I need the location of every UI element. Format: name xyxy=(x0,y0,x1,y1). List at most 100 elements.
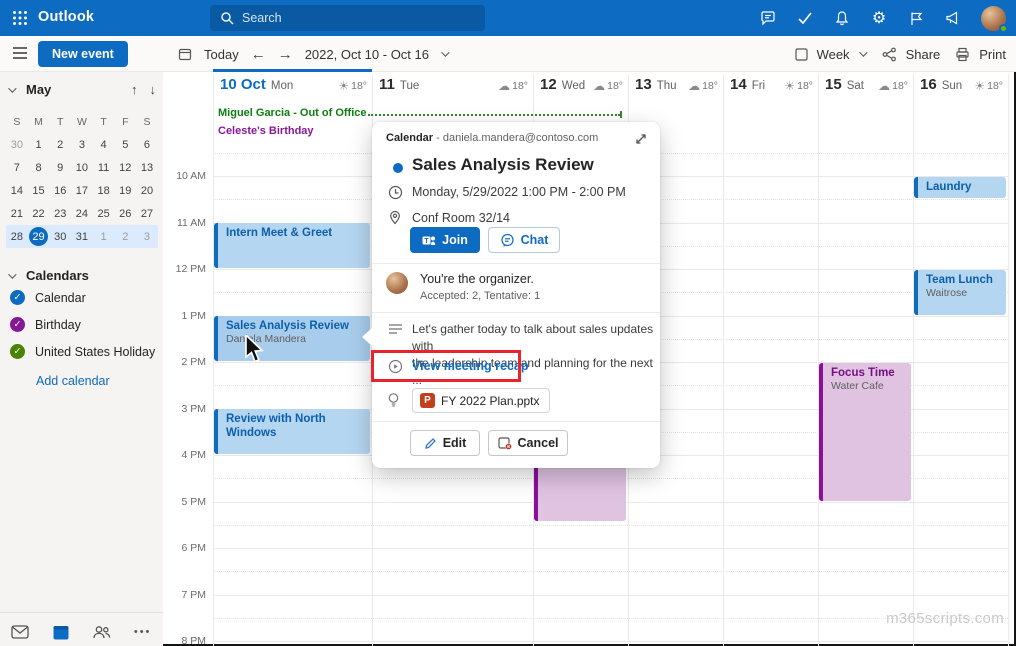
search-box[interactable] xyxy=(210,5,485,31)
date-range-chevron-icon[interactable] xyxy=(441,48,449,56)
out-of-office-span-end xyxy=(620,111,622,118)
edit-button[interactable]: Edit xyxy=(410,430,480,456)
mini-calendar-day[interactable]: 5 xyxy=(114,139,136,151)
calendar-list-item-calendar[interactable]: ✓Calendar xyxy=(10,284,160,311)
mini-calendar-day[interactable]: 19 xyxy=(114,185,136,197)
mini-calendar-day[interactable]: 23 xyxy=(49,208,71,220)
mini-calendar-selected-day[interactable]: 29 xyxy=(29,227,48,246)
date-range-label[interactable]: 2022, Oct 10 - Oct 16 xyxy=(305,47,429,62)
time-gutter-label: 12 PM xyxy=(164,263,206,275)
mini-calendar-day[interactable]: 24 xyxy=(71,208,93,220)
day-header-thu[interactable]: 13Thu☁18° xyxy=(628,76,723,102)
mini-calendar-day[interactable]: 1 xyxy=(93,231,115,243)
calendar-event-focus-time[interactable]: Focus TimeWater Cafe xyxy=(819,363,911,501)
day-header-sun[interactable]: 16Sun☀18° xyxy=(913,76,1008,102)
mini-calendar-day[interactable]: 29 xyxy=(28,227,50,246)
mini-calendar-day[interactable]: 11 xyxy=(93,162,115,174)
calendar-list-item-united-states-holiday[interactable]: ✓United States Holiday xyxy=(10,338,160,365)
mini-calendar-day[interactable]: 4 xyxy=(93,139,115,151)
calendar-checkbox[interactable]: ✓ xyxy=(10,344,25,359)
mini-calendar-day[interactable]: 12 xyxy=(114,162,136,174)
new-event-button[interactable]: New event xyxy=(38,41,128,67)
weather-cloud-icon: ☁18° xyxy=(593,79,623,93)
day-header-fri[interactable]: 14Fri☀18° xyxy=(723,76,818,102)
megaphone-icon[interactable] xyxy=(944,9,962,27)
view-chevron-icon[interactable] xyxy=(859,48,867,56)
mini-calendar-day[interactable]: 18 xyxy=(93,185,115,197)
search-input[interactable] xyxy=(242,11,462,25)
hamburger-menu-icon[interactable] xyxy=(12,46,28,60)
mini-calendar-day[interactable]: 14 xyxy=(6,185,28,197)
mini-calendar-day[interactable]: 10 xyxy=(71,162,93,174)
mini-calendar-day[interactable]: 25 xyxy=(93,208,115,220)
mail-module-icon[interactable] xyxy=(9,622,31,642)
mini-calendar-day[interactable]: 3 xyxy=(136,231,158,243)
mini-calendar-day[interactable]: 2 xyxy=(114,231,136,243)
mini-calendar-day[interactable]: 17 xyxy=(71,185,93,197)
app-launcher-waffle-icon[interactable] xyxy=(10,8,30,28)
mini-calendar-day[interactable]: 28 xyxy=(6,231,28,243)
mini-calendar-day[interactable]: 7 xyxy=(6,162,28,174)
people-module-icon[interactable] xyxy=(91,622,113,642)
mini-calendar-day[interactable]: 2 xyxy=(49,139,71,151)
view-selector[interactable]: Week xyxy=(817,47,850,62)
expand-popup-icon[interactable] xyxy=(634,132,648,146)
calendar-event-sales-analysis-review[interactable]: Sales Analysis ReviewDaniela Mandera xyxy=(214,316,370,361)
todo-check-icon[interactable] xyxy=(796,9,814,27)
month-collapse-chevron-icon[interactable] xyxy=(8,84,16,92)
calendar-event-review-with-north-windows[interactable]: Review with North Windows xyxy=(214,409,370,454)
mini-calendar-day[interactable]: 15 xyxy=(28,185,50,197)
mini-calendar-day[interactable]: 1 xyxy=(28,139,50,151)
mini-calendar-prev-icon[interactable]: ↑ xyxy=(131,82,138,97)
mini-calendar-day[interactable]: 31 xyxy=(71,231,93,243)
mini-calendar-day[interactable]: 20 xyxy=(136,185,158,197)
mini-calendar-day[interactable]: 21 xyxy=(6,208,28,220)
mini-calendar-day[interactable]: 26 xyxy=(114,208,136,220)
user-avatar[interactable] xyxy=(981,6,1006,31)
mini-calendar-day[interactable]: 27 xyxy=(136,208,158,220)
flag-icon[interactable] xyxy=(907,9,925,27)
calendar-event-laundry[interactable]: Laundry xyxy=(914,177,1006,199)
calendar-module-icon-active[interactable] xyxy=(50,622,72,642)
day-header-sat[interactable]: 15Sat☁18° xyxy=(818,76,913,102)
mini-calendar-day[interactable]: 22 xyxy=(28,208,50,220)
mini-calendar-day[interactable]: 8 xyxy=(28,162,50,174)
feedback-icon[interactable] xyxy=(759,9,777,27)
calendar-list-item-birthday[interactable]: ✓Birthday xyxy=(10,311,160,338)
today-button[interactable]: Today xyxy=(204,47,239,62)
day-header-tue[interactable]: 11Tue☁18° xyxy=(372,76,533,102)
print-button[interactable]: Print xyxy=(979,47,1006,62)
calendar-checkbox[interactable]: ✓ xyxy=(10,317,25,332)
calendar-checkbox[interactable]: ✓ xyxy=(10,290,25,305)
calendar-event-team-lunch[interactable]: Team LunchWaitrose xyxy=(914,270,1006,315)
next-week-arrow[interactable]: → xyxy=(278,46,293,63)
mini-calendar-month[interactable]: May xyxy=(26,82,51,97)
attachment-chip[interactable]: P FY 2022 Plan.pptx xyxy=(412,388,550,413)
bell-icon[interactable] xyxy=(833,9,851,27)
allday-event-out-of-office[interactable]: Miguel Garcia - Out of Office xyxy=(218,107,367,119)
cancel-button[interactable]: Cancel xyxy=(488,430,568,456)
day-header-mon[interactable]: 10 OctMon☀18° xyxy=(213,76,372,102)
mini-calendar-day[interactable]: 6 xyxy=(136,139,158,151)
top-bar: Outlook ⚙ xyxy=(0,0,1016,36)
more-modules-icon[interactable]: ••• xyxy=(132,622,154,642)
prev-week-arrow[interactable]: ← xyxy=(251,46,266,63)
mini-calendar-dow: S xyxy=(6,116,28,128)
mini-calendar-next-icon[interactable]: ↓ xyxy=(150,82,157,97)
add-calendar-link[interactable]: Add calendar xyxy=(36,374,110,388)
mini-calendar-day[interactable]: 30 xyxy=(6,139,28,151)
gear-icon[interactable]: ⚙ xyxy=(870,9,888,27)
day-header-wed[interactable]: 12Wed☁18° xyxy=(533,76,628,102)
mini-calendar-day[interactable]: 30 xyxy=(49,231,71,243)
weather-cloud-icon: ☁18° xyxy=(878,79,908,93)
mini-calendar-day[interactable]: 16 xyxy=(49,185,71,197)
join-button[interactable]: T Join xyxy=(410,227,480,253)
mini-calendar-day[interactable]: 3 xyxy=(71,139,93,151)
chat-button[interactable]: Chat xyxy=(488,227,560,253)
allday-event-birthday[interactable]: Celeste's Birthday xyxy=(218,125,314,137)
mini-calendar-day[interactable]: 9 xyxy=(49,162,71,174)
calendar-event-intern-meet-greet[interactable]: Intern Meet & Greet xyxy=(214,223,370,268)
calendars-collapse-chevron-icon[interactable] xyxy=(8,270,16,278)
mini-calendar-day[interactable]: 13 xyxy=(136,162,158,174)
share-button[interactable]: Share xyxy=(906,47,941,62)
